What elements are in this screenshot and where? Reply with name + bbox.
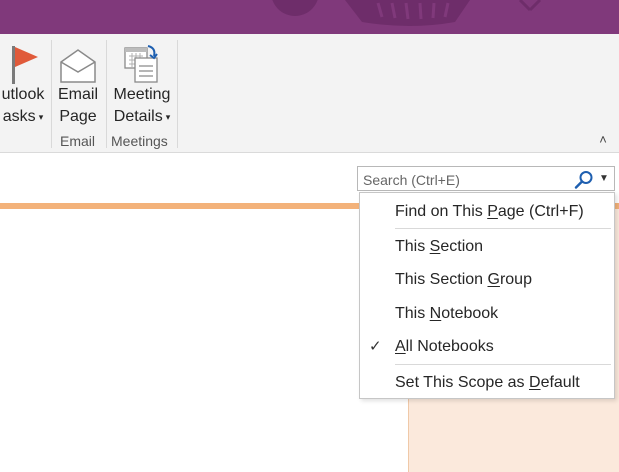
search-input[interactable]	[361, 169, 565, 190]
outlook-tasks-label-line2: asks	[2, 108, 36, 126]
chevron-down-icon: ▾	[38, 112, 44, 122]
menu-item-this-section[interactable]: This Section	[360, 232, 614, 262]
chevron-down-icon: ▾	[165, 112, 171, 122]
calendar-icon	[124, 45, 158, 83]
envelope-icon	[60, 49, 96, 83]
search-box[interactable]: ▼	[357, 166, 615, 191]
group-label-email: Email	[60, 133, 96, 149]
ribbon-separator	[51, 40, 52, 148]
menu-separator	[395, 228, 611, 229]
menu-item-this-section-group[interactable]: This Section Group	[360, 265, 614, 295]
search-scope-menu: Find on This Page (Ctrl+F) This Section …	[359, 192, 615, 399]
menu-item-all-notebooks[interactable]: ✓ All Notebooks	[360, 332, 614, 362]
group-label-meetings: Meetings	[111, 133, 168, 149]
search-scope-dropdown-icon[interactable]: ▼	[599, 170, 609, 188]
ribbon: utlook asks ▾ Email Page Email Meeting D…	[0, 34, 619, 153]
meeting-details-button[interactable]: Meeting Details ▾	[108, 38, 176, 128]
menu-item-set-default-scope[interactable]: Set This Scope as Default	[360, 368, 614, 398]
outlook-tasks-label-line1: utlook	[1, 86, 45, 103]
menu-item-this-notebook[interactable]: This Notebook	[360, 299, 614, 329]
meeting-details-label-line2: Details	[113, 108, 163, 126]
ribbon-separator	[177, 40, 178, 148]
checkmark-icon: ✓	[369, 338, 382, 355]
meeting-details-label-line1: Meeting	[113, 86, 171, 103]
menu-separator	[395, 364, 611, 365]
title-bar	[0, 0, 619, 34]
email-page-button[interactable]: Email Page	[54, 38, 102, 128]
menu-item-find-on-page[interactable]: Find on This Page (Ctrl+F)	[360, 197, 614, 227]
email-page-label-line1: Email	[57, 86, 98, 103]
email-page-label-line2: Page	[59, 108, 97, 125]
flag-icon	[12, 46, 38, 84]
ribbon-separator	[106, 40, 107, 148]
outlook-tasks-button[interactable]: utlook asks ▾	[0, 38, 48, 128]
search-icon[interactable]	[574, 170, 594, 189]
title-bar-decoration	[272, 0, 542, 26]
collapse-ribbon-icon[interactable]: ˄	[595, 132, 611, 147]
